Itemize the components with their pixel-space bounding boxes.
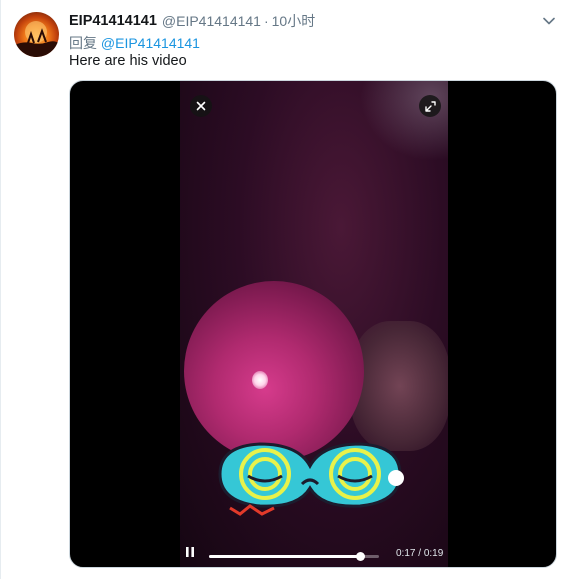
progress-knob[interactable] <box>356 552 366 561</box>
ball-highlight <box>252 371 268 389</box>
display-name[interactable]: EIP41414141 <box>69 13 157 29</box>
progress-fill <box>209 555 361 558</box>
video-frame[interactable] <box>180 81 448 567</box>
video-haze <box>360 81 448 161</box>
duration: 0:19 <box>423 548 444 559</box>
reply-context: 回复 @EIP41414141 <box>69 33 200 53</box>
separator-dot: · <box>263 13 269 29</box>
chevron-down-icon[interactable] <box>539 12 559 30</box>
video-player[interactable]: 0:17 / 0:19 <box>69 80 557 568</box>
timecode: 0:17 / 0:19 <box>396 548 443 559</box>
expand-icon[interactable] <box>419 95 441 117</box>
progress-bar[interactable] <box>209 552 379 561</box>
video-ball <box>184 281 364 461</box>
close-icon[interactable] <box>190 95 212 117</box>
current-time: 0:17 <box>396 548 416 559</box>
reply-mention-link[interactable]: @EIP41414141 <box>101 35 200 51</box>
sleep-mask-image <box>218 442 404 516</box>
video-controls: 0:17 / 0:19 <box>70 536 556 567</box>
tweet[interactable]: EIP41414141 @EIP41414141 · 10小时 回复 @EIP4… <box>0 0 565 579</box>
user-handle[interactable]: @EIP41414141 <box>162 13 261 29</box>
avatar[interactable] <box>14 12 59 57</box>
time-separator: / <box>415 548 424 559</box>
tweet-header: EIP41414141 @EIP41414141 · 10小时 <box>69 12 315 30</box>
pause-icon[interactable] <box>183 545 197 559</box>
timestamp[interactable]: 10小时 <box>272 11 316 31</box>
reply-prefix: 回复 <box>69 35 97 51</box>
avatar-image <box>14 21 59 57</box>
video-face <box>350 321 448 451</box>
tweet-text: Here are his video <box>69 53 187 69</box>
